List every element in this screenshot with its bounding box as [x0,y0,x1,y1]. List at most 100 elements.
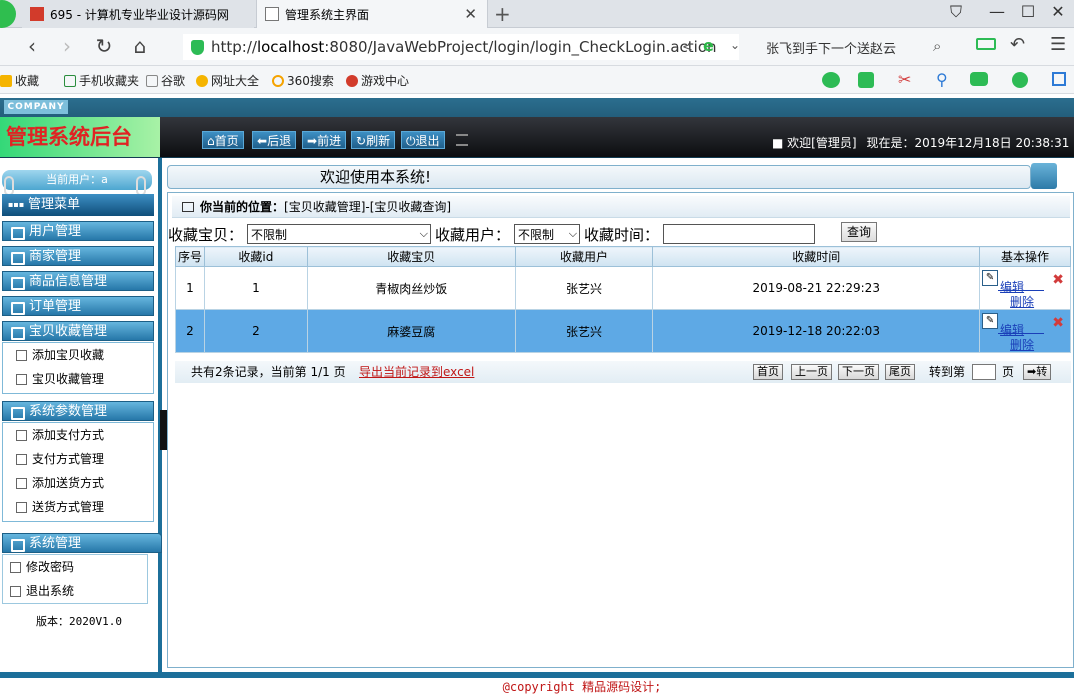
delete-icon[interactable]: ✖ [1052,272,1064,288]
new-tab-icon[interactable]: + [494,2,511,26]
button-label: 首页 [214,134,239,148]
battery-icon[interactable] [976,38,996,50]
share-icon[interactable]: < [682,40,693,55]
toolbar-home-button[interactable]: ⌂首页 [202,131,244,149]
sidebar-item-favorite-list[interactable]: 宝贝收藏管理 [14,370,104,388]
translate-icon[interactable] [858,72,874,88]
square-icon: ■ [772,136,788,150]
minimize-icon[interactable]: — [985,2,1009,21]
record-count: 共有2条记录，当前第 1/1 页 [191,365,346,379]
search-input[interactable]: 张飞到手下一个送赵云 [760,34,955,60]
company-logo: COMPANY [4,100,68,114]
shirt-icon[interactable]: ⛉ [944,2,968,22]
col-header: 收藏id [203,246,308,267]
breadcrumb-label: 你当前的位置： [200,200,285,214]
scroll-pin-icon [4,176,14,196]
edit-icon[interactable]: ✎ [982,312,999,329]
filter-user-select[interactable]: 不限制 ⌵ [514,224,581,244]
sidebar-item-change-password[interactable]: 修改密码 [8,558,74,576]
address-bar[interactable]: http://localhost:8080/JavaWebProject/log… [183,34,739,60]
bookmark-games[interactable]: 游戏中心 [346,72,409,89]
sidebar-item-sys-params[interactable]: 系统参数管理 [2,401,154,421]
url-host: localhost [256,38,325,56]
current-time: 2019年12月18日 20:38:31 [914,136,1070,150]
breadcrumb-path: [宝贝收藏管理]-[宝贝收藏查询] [284,200,452,214]
apps-icon[interactable] [1052,72,1066,86]
site-favicon-icon [30,7,44,21]
home-icon[interactable]: ⌂ [128,34,152,58]
last-page-button[interactable]: 尾页 [885,364,915,380]
toolbar-refresh-button[interactable]: ↻刷新 [351,131,396,149]
sidebar-item-payment-mgmt[interactable]: 支付方式管理 [14,450,104,468]
filter-row: 收藏宝贝： 不限制 ⌵ 收藏用户： 不限制 ⌵ 收藏时间： [168,222,1068,246]
edit-icon[interactable]: ✎ [982,269,999,286]
sidebar-item-sys-mgmt[interactable]: 系统管理 [2,533,162,553]
coupon-icon[interactable] [1012,72,1028,88]
back-icon[interactable]: ‹ [20,34,44,58]
bookmark-sites[interactable]: 网址大全 [196,72,259,89]
sidebar-item-logout[interactable]: 退出系统 [8,582,74,600]
bookmark-favorites[interactable]: 收藏 [0,72,39,89]
bookmark-mobile[interactable]: 手机收藏夹 [64,72,139,89]
browser-tab-2[interactable]: 管理系统主界面 ✕ [256,0,488,28]
url-scheme: http:// [211,38,257,56]
banner-end-cap [1031,163,1057,189]
goto-page-input[interactable] [972,364,996,380]
bookmark-google[interactable]: 谷歌 [146,72,185,89]
page-icon [146,74,158,87]
cell-no: 2 [175,309,205,353]
chevron-down-icon[interactable]: ⌄ [730,38,740,52]
query-button[interactable]: 查询 [841,222,877,242]
col-header: 收藏用户 [514,246,654,267]
reload-icon[interactable]: ↻ [92,34,116,58]
button-label: 前进 [317,134,342,148]
sidebar-item-add-delivery[interactable]: 添加送货方式 [14,474,104,492]
close-icon[interactable]: ✕ [464,5,477,23]
divider-icon [456,134,468,146]
filter-time-label: 收藏时间： [584,225,660,244]
delete-link[interactable]: 删除 [1010,336,1034,353]
sidebar-item-user-mgmt[interactable]: 用户管理 [2,221,154,241]
menu-title: 管理菜单 [2,194,154,216]
toolbar-logout-button[interactable]: ⏻退出 [401,131,445,149]
magnifier-icon[interactable]: ⚲ [936,70,948,89]
undo-icon[interactable]: ↶ [1010,34,1025,55]
cell-id: 1 [203,266,308,310]
ie-mode-icon[interactable]: e [703,36,714,55]
button-label: 刷新 [366,134,391,148]
toolbar-forward-button[interactable]: ➡前进 [302,131,347,149]
menu-icon[interactable]: ☰ [1050,34,1066,55]
next-page-button[interactable]: 下一页 [838,364,879,380]
sidebar-item-order-mgmt[interactable]: 订单管理 [2,296,154,316]
filter-time-input[interactable] [663,224,816,244]
search-icon[interactable]: ⌕ [933,37,941,55]
chat-icon[interactable] [822,72,840,88]
forward-icon[interactable]: › [55,34,79,58]
sidebar-item-delivery-mgmt[interactable]: 送货方式管理 [14,498,104,516]
sidebar-item-merchant-mgmt[interactable]: 商家管理 [2,246,154,266]
maximize-icon[interactable]: ☐ [1016,2,1040,21]
delete-icon[interactable]: ✖ [1052,315,1064,331]
scissors-icon[interactable]: ✂ [898,70,911,89]
toolbar-back-button[interactable]: ⬅后退 [252,131,297,149]
export-excel-link[interactable]: 导出当前记录到excel [359,361,474,383]
bookmark-label: 手机收藏夹 [79,74,140,88]
browser-tab-1[interactable]: 695 - 计算机专业毕业设计源码网 [22,0,254,28]
filter-item-select[interactable]: 不限制 ⌵ [247,224,432,244]
gamepad-icon[interactable] [970,72,988,86]
sidebar-item-add-payment[interactable]: 添加支付方式 [14,426,104,444]
close-window-icon[interactable]: ✕ [1046,2,1070,21]
table-row: 1 1 青椒肉丝炒饭 张艺兴 2019-08-21 22:29:23 ✎ 编辑 … [175,266,1071,310]
bookmark-360[interactable]: 360搜索 [272,72,334,89]
first-page-button[interactable]: 首页 [753,364,783,380]
go-button[interactable]: ➡转 [1023,364,1052,380]
prev-page-button[interactable]: 上一页 [791,364,832,380]
delete-link[interactable]: 删除 [1010,293,1034,310]
sidebar-item-add-favorite[interactable]: 添加宝贝收藏 [14,346,104,364]
select-value: 不限制 [251,227,288,242]
sidebar-item-favorites-mgmt[interactable]: 宝贝收藏管理 [2,321,154,341]
cell-no: 1 [175,266,205,310]
sidebar-item-product-mgmt[interactable]: 商品信息管理 [2,271,154,291]
back-arrow-icon: ⬅ [257,134,268,148]
sidebar-collapse-handle[interactable] [160,410,167,450]
